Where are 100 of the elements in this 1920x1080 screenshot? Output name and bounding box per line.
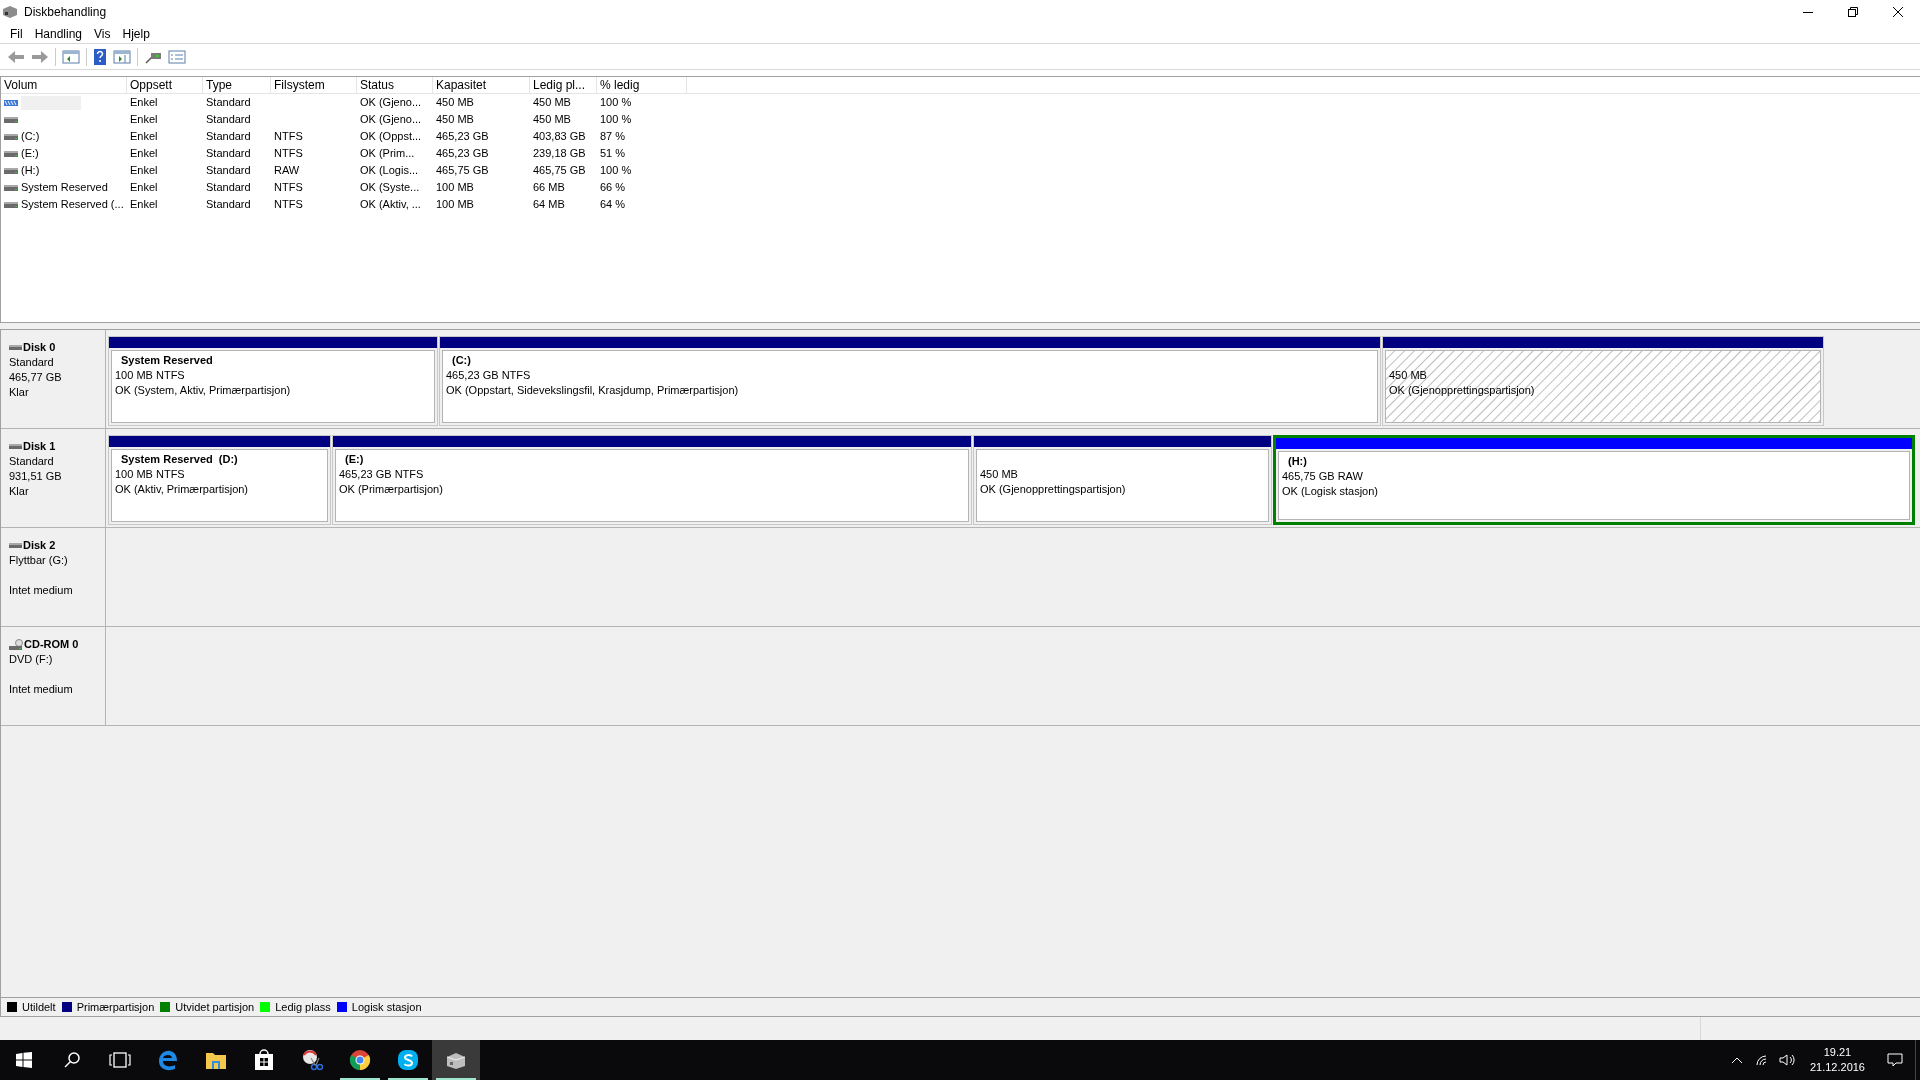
menu-item[interactable]: Vis — [88, 24, 117, 43]
table-cell-text: NTFS — [274, 197, 303, 213]
disk-type: Standard — [9, 454, 55, 469]
disk-size: 465,77 GB — [9, 370, 63, 385]
partition-status: OK (Logisk stasjon) — [1282, 484, 1378, 499]
column-header[interactable]: Volum — [1, 77, 127, 93]
volume-name[interactable]: (H:) — [21, 162, 40, 179]
legend-label: Logisk stasjon — [351, 999, 422, 1015]
table-cell-text: 450 MB — [533, 95, 571, 111]
column-header[interactable]: Ledig pl... — [530, 77, 597, 93]
table-cell-text: 64 % — [600, 197, 626, 213]
minimize-icon — [1802, 11, 1813, 13]
legend-label: Utvidet partisjon — [175, 999, 255, 1015]
drive-icon — [4, 183, 18, 192]
disk-info-panel[interactable]: Disk 0 Standard 465,77 GB Klar — [1, 330, 106, 428]
partition-status: OK (Gjenopprettingspartisjon) — [1389, 383, 1535, 398]
partition-block[interactable]: (C:) 465,23 GB NTFS OK (Oppstart, Sidevekslingsfil, Krasjdump, Primærpartisjon) — [439, 336, 1381, 426]
volume-name[interactable]: (E:) — [21, 145, 39, 162]
folder-icon — [205, 1050, 227, 1070]
drive-icon — [4, 200, 18, 209]
cd-drive-icon — [9, 638, 23, 651]
menu-item[interactable]: Handling — [28, 24, 89, 43]
speaker-icon[interactable] — [1778, 1054, 1795, 1066]
table-cell-text: OK (Aktiv, ... — [360, 197, 421, 213]
table-cell-text: 87 % — [600, 129, 626, 145]
volume-name[interactable]: System Reserved — [21, 179, 108, 196]
table-cell-text: 450 MB — [436, 95, 474, 111]
disk-state: Intet medium — [9, 583, 74, 598]
menu-item[interactable]: Fil — [4, 24, 29, 43]
column-header[interactable]: Oppsett — [127, 77, 203, 93]
clock-date[interactable]: 21.12.2016 — [1809, 1060, 1865, 1075]
partition-block[interactable]: (H:) 465,75 GB RAW OK (Logisk stasjon) — [1273, 435, 1915, 525]
partition-block[interactable]: 450 MB OK (Gjenopprettingspartisjon) — [1382, 336, 1824, 426]
table-cell-text: 66 % — [600, 180, 626, 196]
partition-title: System Reserved (D:) — [120, 452, 239, 467]
legend-label: Primærpartisjon — [76, 999, 155, 1015]
drive-icon — [4, 115, 18, 124]
scissors-icon — [301, 1049, 323, 1071]
partition-title: (C:) — [451, 353, 472, 368]
back-arrow-icon[interactable] — [7, 48, 25, 65]
wifi-icon[interactable] — [1754, 1054, 1769, 1066]
checklist-icon[interactable] — [168, 48, 186, 65]
disk-state: Klar — [9, 385, 30, 400]
partition-title: (E:) — [344, 452, 365, 467]
partition-block[interactable]: System Reserved 100 MB NTFS OK (System, Aktiv, Primærpartisjon) — [108, 336, 438, 426]
table-cell-text: OK (Gjeno... — [360, 112, 422, 128]
chevron-up-icon[interactable] — [1730, 1056, 1743, 1064]
table-cell-text: 465,23 GB — [436, 146, 489, 162]
task-view-icon — [109, 1052, 131, 1068]
shopping-bag-icon — [254, 1049, 274, 1071]
close-icon — [1892, 7, 1903, 17]
table-cell-text: 100 MB — [436, 180, 474, 196]
disk-info-panel[interactable]: CD-ROM 0 DVD (F:) Intet medium — [1, 627, 106, 725]
drive-icon — [4, 132, 18, 141]
table-cell-text: Enkel — [130, 112, 158, 128]
table-cell-text: Standard — [206, 180, 251, 196]
disk-drive-icon — [445, 1051, 467, 1069]
partition-block[interactable]: System Reserved (D:) 100 MB NTFS OK (Aktiv, Primærpartisjon) — [108, 435, 331, 525]
table-cell-text: Standard — [206, 95, 251, 111]
column-header[interactable]: % ledig — [597, 77, 687, 93]
help-icon[interactable] — [93, 48, 107, 65]
partition-status: OK (System, Aktiv, Primærpartisjon) — [115, 383, 291, 398]
disk-info-panel[interactable]: Disk 2 Flyttbar (G:) Intet medium — [1, 528, 106, 626]
table-cell-text: 450 MB — [436, 112, 474, 128]
notification-icon[interactable] — [1887, 1053, 1903, 1067]
selected-volume-cell[interactable] — [21, 95, 81, 110]
partition-status: OK (Oppstart, Sidevekslingsfil, Krasjdump, Primærpartisjon) — [446, 383, 739, 398]
table-cell-text: 51 % — [600, 146, 626, 162]
table-cell-text: Enkel — [130, 163, 158, 179]
chrome-browser-icon — [349, 1049, 371, 1071]
table-cell-text: OK (Syste... — [360, 180, 420, 196]
taskbar-app[interactable] — [432, 1040, 480, 1080]
column-header[interactable]: Type — [203, 77, 271, 93]
table-cell-text: NTFS — [274, 129, 303, 145]
disk-icon — [9, 345, 22, 350]
table-cell-text: Enkel — [130, 146, 158, 162]
clock-time[interactable]: 19.21 — [1823, 1045, 1852, 1060]
table-cell-text: NTFS — [274, 180, 303, 196]
table-cell-text: Enkel — [130, 95, 158, 111]
table-cell-text: 64 MB — [533, 197, 565, 213]
action-pane-icon[interactable] — [113, 48, 131, 65]
column-header[interactable]: Kapasitet — [433, 77, 530, 93]
menu-item[interactable]: Hjelp — [116, 24, 156, 43]
disk-name: Disk 0 — [23, 340, 56, 355]
table-cell-text: 403,83 GB — [533, 129, 586, 145]
partition-size: 465,23 GB NTFS — [446, 368, 531, 383]
restore-icon — [1847, 7, 1858, 17]
window-title: Diskbehandling — [24, 4, 107, 21]
partition-block[interactable]: (E:) 465,23 GB NTFS OK (Primærpartisjon) — [332, 435, 972, 525]
partition-block[interactable]: 450 MB OK (Gjenopprettingspartisjon) — [973, 435, 1272, 525]
volume-name[interactable]: System Reserved (... — [21, 196, 124, 213]
column-header[interactable]: Status — [357, 77, 433, 93]
drive-icon — [4, 149, 18, 158]
column-header[interactable]: Filsystem — [271, 77, 357, 93]
disk-info-panel[interactable]: Disk 1 Standard 931,51 GB Klar — [1, 429, 106, 527]
table-cell-text: Enkel — [130, 129, 158, 145]
table-cell-text: 465,75 GB — [533, 163, 586, 179]
console-tree-icon[interactable] — [62, 48, 80, 65]
forward-arrow-icon[interactable] — [31, 48, 49, 65]
volume-name[interactable]: (C:) — [21, 128, 40, 145]
